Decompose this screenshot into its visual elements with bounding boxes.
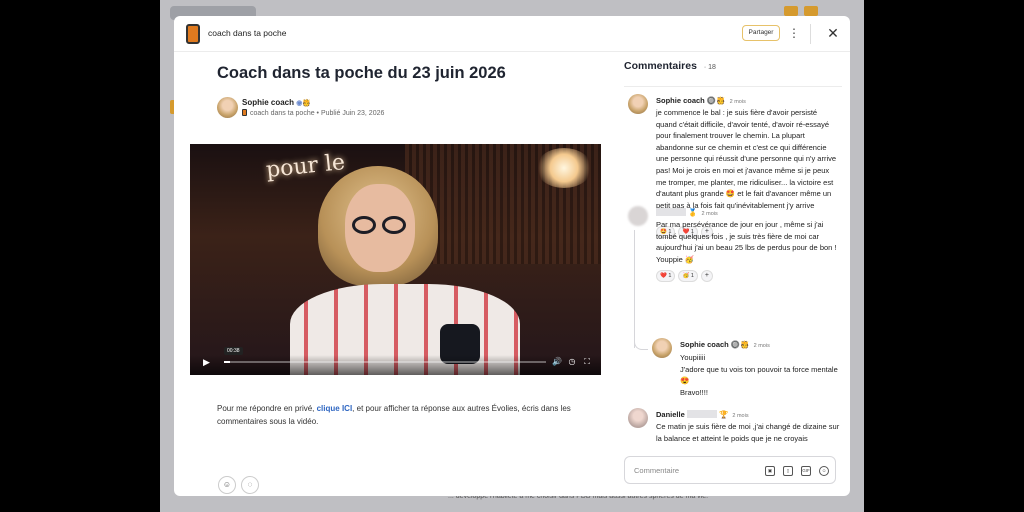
emoji-icon[interactable]: ☺ xyxy=(819,466,829,476)
image-icon[interactable]: ▣ xyxy=(765,466,775,476)
comment-input-placeholder: Commentaire xyxy=(634,466,680,475)
commenter-badges: 🥇 xyxy=(688,208,698,217)
comment-text: Ce matin je suis fière de moi ,j'ai chan… xyxy=(656,422,840,443)
post-body-before: Pour me répondre en privé, xyxy=(217,404,317,413)
commenter-name-text[interactable]: Danielle xyxy=(656,410,685,419)
commenter-name-text[interactable]: Sophie coach xyxy=(656,96,705,105)
header-divider xyxy=(810,24,811,44)
commenter-avatar[interactable] xyxy=(628,206,648,226)
volume-icon[interactable]: 🔊 xyxy=(552,357,562,367)
more-vertical-icon[interactable]: ⋮ xyxy=(788,25,800,41)
comments-count-badge: · 18 xyxy=(703,64,716,71)
comments-panel: Commentaires · 18 Sophie coach 🔘🫅 2 mois… xyxy=(616,52,850,496)
comment-time: 2 mois xyxy=(729,99,746,105)
app-title: coach dans ta poche xyxy=(208,28,287,38)
video-progress-fill xyxy=(224,361,231,363)
post-modal: coach dans ta poche Partager ⋮ ✕ Coach d… xyxy=(174,16,850,496)
video-progress-bar[interactable] xyxy=(224,361,546,363)
thread-line xyxy=(634,230,635,348)
commenter-name-blurred xyxy=(656,208,686,216)
modal-header: coach dans ta poche Partager ⋮ ✕ xyxy=(174,16,850,52)
author-name-text[interactable]: Sophie coach xyxy=(242,98,294,107)
author-name[interactable]: Sophie coach ◉🫅 xyxy=(242,98,311,107)
video-player[interactable]: pour le ▶ 00:38 🔊 ◷ ⛶ xyxy=(190,144,601,375)
video-lamp xyxy=(536,148,592,188)
comments-divider xyxy=(624,86,842,87)
commenter-avatar[interactable] xyxy=(652,338,672,358)
video-person-glasses xyxy=(350,216,410,234)
video-controls xyxy=(190,355,601,375)
comment-text: Par ma persévérance de jour en jour , mê… xyxy=(656,220,837,264)
comment-reactions: ❤️ 1 🥳 1 + xyxy=(656,270,713,282)
comments-title: Commentaires xyxy=(624,60,697,72)
commenter-lastname-blurred xyxy=(686,410,717,418)
comment-text: je commence le bal : je suis fière d'avo… xyxy=(656,108,837,210)
attachment-icon[interactable]: ▯ xyxy=(783,466,793,476)
comment-text: Youpiiiii J'adore que tu vois ton pouvoi… xyxy=(680,353,838,397)
comment-input[interactable]: Commentaire ▣ ▯ GIF ☺ xyxy=(624,456,836,484)
background-badge xyxy=(804,6,818,16)
background-badge xyxy=(784,6,798,16)
comments-count: 18 xyxy=(708,64,716,71)
app-logo xyxy=(186,24,200,44)
commenter-name-text[interactable]: Sophie coach xyxy=(680,340,729,349)
post-meta-text: coach dans ta poche • Publié Juin 23, 20… xyxy=(250,110,385,117)
commenter-avatar[interactable] xyxy=(628,94,648,114)
reaction-add-icon[interactable]: ☺ xyxy=(218,476,236,494)
speed-icon[interactable]: ◷ xyxy=(567,357,577,367)
play-icon[interactable]: ▶ xyxy=(203,357,213,367)
add-reaction-icon[interactable]: + xyxy=(700,270,713,282)
share-button[interactable]: Partager xyxy=(742,25,780,41)
commenter-badges: 🔘🫅 xyxy=(730,340,750,349)
thread-curve xyxy=(634,340,648,350)
reaction-heart[interactable]: ❤️ 1 xyxy=(656,270,676,282)
commenter-badges: 🔘🫅 xyxy=(706,96,726,105)
post-title: Coach dans ta poche du 23 juin 2026 xyxy=(217,64,506,82)
commenter-name[interactable]: 🥇 2 mois xyxy=(656,208,718,217)
commenter-avatar[interactable] xyxy=(628,408,648,428)
commenter-name[interactable]: Sophie coach 🔘🫅 2 mois xyxy=(656,96,746,105)
commenter-badges: 🏆 xyxy=(718,410,729,419)
verified-badge-icon: ◉🫅 xyxy=(296,100,312,107)
comment-time: 2 mois xyxy=(701,211,718,217)
video-timestamp: 00:38 xyxy=(224,347,243,355)
comment-time: 2 mois xyxy=(732,413,749,419)
commenter-name[interactable]: Danielle 🏆 2 mois xyxy=(656,410,749,419)
comments-header: Commentaires · 18 xyxy=(624,60,716,72)
fullscreen-icon[interactable]: ⛶ xyxy=(582,357,592,367)
post-body: Pour me répondre en privé, clique ICI, e… xyxy=(217,402,577,428)
comment-time: 2 mois xyxy=(753,343,770,349)
private-reply-link[interactable]: clique ICI xyxy=(317,404,353,413)
gif-icon[interactable]: GIF xyxy=(801,466,811,476)
author-avatar[interactable] xyxy=(217,97,238,118)
close-icon[interactable]: ✕ xyxy=(824,24,842,42)
video-neon-sign: pour le xyxy=(264,149,347,184)
comment-icon[interactable]: ◌ xyxy=(241,476,259,494)
commenter-name[interactable]: Sophie coach 🔘🫅 2 mois xyxy=(680,340,770,349)
community-logo-icon xyxy=(242,109,247,116)
post-meta: coach dans ta poche • Publié Juin 23, 20… xyxy=(242,109,384,117)
reaction-party[interactable]: 🥳 1 xyxy=(678,270,698,282)
